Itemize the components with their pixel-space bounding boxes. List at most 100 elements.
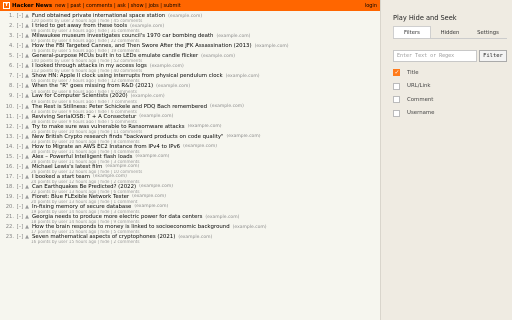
- tab-filters[interactable]: Filters: [393, 26, 431, 38]
- upvote-arrow-icon[interactable]: ▲: [24, 93, 30, 99]
- option-username[interactable]: Username: [393, 107, 503, 121]
- story-title-link[interactable]: Try to make sure was vulnerable to Ranso…: [32, 124, 185, 130]
- upvote-arrow-icon[interactable]: ▲: [24, 224, 30, 230]
- tab-settings[interactable]: Settings: [469, 26, 507, 38]
- collapse-toggle[interactable]: [–]: [16, 83, 24, 89]
- upvote-arrow-icon[interactable]: ▲: [24, 164, 30, 170]
- story-title-link[interactable]: New British Crypto research finds "backw…: [32, 134, 224, 140]
- story-domain[interactable]: (example.com): [168, 14, 202, 19]
- story-title-link[interactable]: Georgia needs to produce more electric p…: [32, 214, 202, 220]
- story-title-link[interactable]: General-purpose MCUs built in to LEDs em…: [32, 53, 198, 59]
- upvote-arrow-icon[interactable]: ▲: [24, 43, 30, 49]
- upvote-arrow-icon[interactable]: ▲: [24, 13, 30, 19]
- story-domain[interactable]: (example.com): [105, 164, 139, 169]
- story-title-link[interactable]: I tried to get away from these tools: [32, 23, 127, 29]
- upvote-arrow-icon[interactable]: ▲: [24, 174, 30, 180]
- site-title[interactable]: Hacker News: [12, 3, 52, 9]
- upvote-arrow-icon[interactable]: ▲: [24, 194, 30, 200]
- story-domain[interactable]: (example.com): [131, 94, 165, 99]
- upvote-arrow-icon[interactable]: ▲: [24, 33, 30, 39]
- story-domain[interactable]: (example.com): [93, 174, 127, 179]
- collapse-toggle[interactable]: [–]: [16, 204, 24, 210]
- upvote-arrow-icon[interactable]: ▲: [24, 53, 30, 59]
- story-subtext[interactable]: 16 points by user 15 hours ago | hide | …: [31, 240, 380, 244]
- story-domain[interactable]: (example.com): [226, 74, 260, 79]
- story-domain[interactable]: (example.com): [156, 84, 190, 89]
- filter-input[interactable]: [393, 50, 477, 62]
- story-domain[interactable]: (example.com): [134, 204, 168, 209]
- story-domain[interactable]: (example.com): [139, 184, 173, 189]
- filter-button[interactable]: Filter: [479, 50, 507, 62]
- story-domain[interactable]: (example.com): [188, 124, 222, 129]
- upvote-arrow-icon[interactable]: ▲: [24, 124, 30, 130]
- story-title-link[interactable]: I booked a start team: [32, 174, 90, 180]
- story-domain[interactable]: (example.com): [255, 44, 289, 49]
- story-title-link[interactable]: I looked through attacks in my access lo…: [32, 63, 147, 69]
- collapse-toggle[interactable]: [–]: [16, 184, 24, 190]
- url-checkbox[interactable]: [393, 82, 400, 90]
- nav-links[interactable]: new | past | comments | ask | show | job…: [55, 3, 361, 9]
- upvote-arrow-icon[interactable]: ▲: [24, 184, 30, 190]
- collapse-toggle[interactable]: [–]: [16, 224, 24, 230]
- option-comment[interactable]: Comment: [393, 93, 503, 107]
- option-url[interactable]: URL/Link: [393, 80, 503, 94]
- upvote-arrow-icon[interactable]: ▲: [24, 73, 30, 79]
- upvote-arrow-icon[interactable]: ▲: [24, 204, 30, 210]
- story-title-link[interactable]: The Rest is Stillness: Peter Schickele a…: [32, 104, 207, 110]
- tab-hidden[interactable]: Hidden: [431, 26, 469, 38]
- collapse-toggle[interactable]: [–]: [16, 214, 24, 220]
- story-title-link[interactable]: Show HN: Apple II clock using interrupts…: [32, 73, 223, 79]
- collapse-toggle[interactable]: [–]: [16, 93, 24, 99]
- collapse-toggle[interactable]: [–]: [16, 134, 24, 140]
- story-domain[interactable]: (example.com): [205, 215, 239, 220]
- upvote-arrow-icon[interactable]: ▲: [24, 234, 30, 240]
- title-checkbox[interactable]: [393, 69, 400, 77]
- story-title-link[interactable]: Law for Computer Scientists (2020): [32, 93, 128, 99]
- collapse-toggle[interactable]: [–]: [16, 63, 24, 69]
- upvote-arrow-icon[interactable]: ▲: [24, 214, 30, 220]
- story-domain[interactable]: (example.com): [132, 194, 166, 199]
- story-title-link[interactable]: Floret: Blue FLExible Network Tester: [32, 194, 129, 200]
- collapse-toggle[interactable]: [–]: [16, 194, 24, 200]
- story-domain[interactable]: (example.com): [183, 144, 217, 149]
- collapse-toggle[interactable]: [–]: [16, 13, 24, 19]
- upvote-arrow-icon[interactable]: ▲: [24, 23, 30, 29]
- comment-checkbox[interactable]: [393, 96, 400, 104]
- story-title-link[interactable]: Reviving SerialOSB: T + A Consectetur: [32, 114, 136, 120]
- collapse-toggle[interactable]: [–]: [16, 104, 24, 110]
- story-title-link[interactable]: Alex – Powerful Intelligent flash loads: [32, 154, 132, 160]
- story-domain[interactable]: (example.com): [201, 54, 235, 59]
- upvote-arrow-icon[interactable]: ▲: [24, 134, 30, 140]
- collapse-toggle[interactable]: [–]: [16, 234, 24, 240]
- collapse-toggle[interactable]: [–]: [16, 174, 24, 180]
- collapse-toggle[interactable]: [–]: [16, 124, 24, 130]
- story-domain[interactable]: (example.com): [150, 64, 184, 69]
- story-title-link[interactable]: Michael Lewis's latest film: [32, 164, 102, 170]
- upvote-arrow-icon[interactable]: ▲: [24, 154, 30, 160]
- story-title-link[interactable]: How to Migrate an AWS EC2 Instance from …: [32, 144, 180, 150]
- collapse-toggle[interactable]: [–]: [16, 33, 24, 39]
- upvote-arrow-icon[interactable]: ▲: [24, 63, 30, 69]
- story-domain[interactable]: (example.com): [178, 235, 212, 240]
- upvote-arrow-icon[interactable]: ▲: [24, 144, 30, 150]
- collapse-toggle[interactable]: [–]: [16, 73, 24, 79]
- username-checkbox[interactable]: [393, 109, 400, 117]
- collapse-toggle[interactable]: [–]: [16, 144, 24, 150]
- y-logo-icon[interactable]: Y: [3, 2, 10, 9]
- collapse-toggle[interactable]: [–]: [16, 164, 24, 170]
- upvote-arrow-icon[interactable]: ▲: [24, 104, 30, 110]
- collapse-toggle[interactable]: [–]: [16, 114, 24, 120]
- upvote-arrow-icon[interactable]: ▲: [24, 83, 30, 89]
- collapse-toggle[interactable]: [–]: [16, 53, 24, 59]
- story-title-link[interactable]: Milwaukee museum investigates council's …: [32, 33, 213, 39]
- story-domain[interactable]: (example.com): [135, 154, 169, 159]
- story-title-link[interactable]: When the "R" goes missing from R&D (2021…: [32, 83, 153, 89]
- story-title-link[interactable]: Fund obtained private international spac…: [32, 13, 165, 19]
- story-domain[interactable]: (example.com): [210, 104, 244, 109]
- story-domain[interactable]: (example.com): [216, 34, 250, 39]
- upvote-arrow-icon[interactable]: ▲: [24, 114, 30, 120]
- story-title-link[interactable]: How the brain responds to money is linke…: [32, 224, 230, 230]
- collapse-toggle[interactable]: [–]: [16, 154, 24, 160]
- option-title[interactable]: Title: [393, 66, 503, 80]
- story-title-link[interactable]: In-fixing memory of secure database: [32, 204, 131, 210]
